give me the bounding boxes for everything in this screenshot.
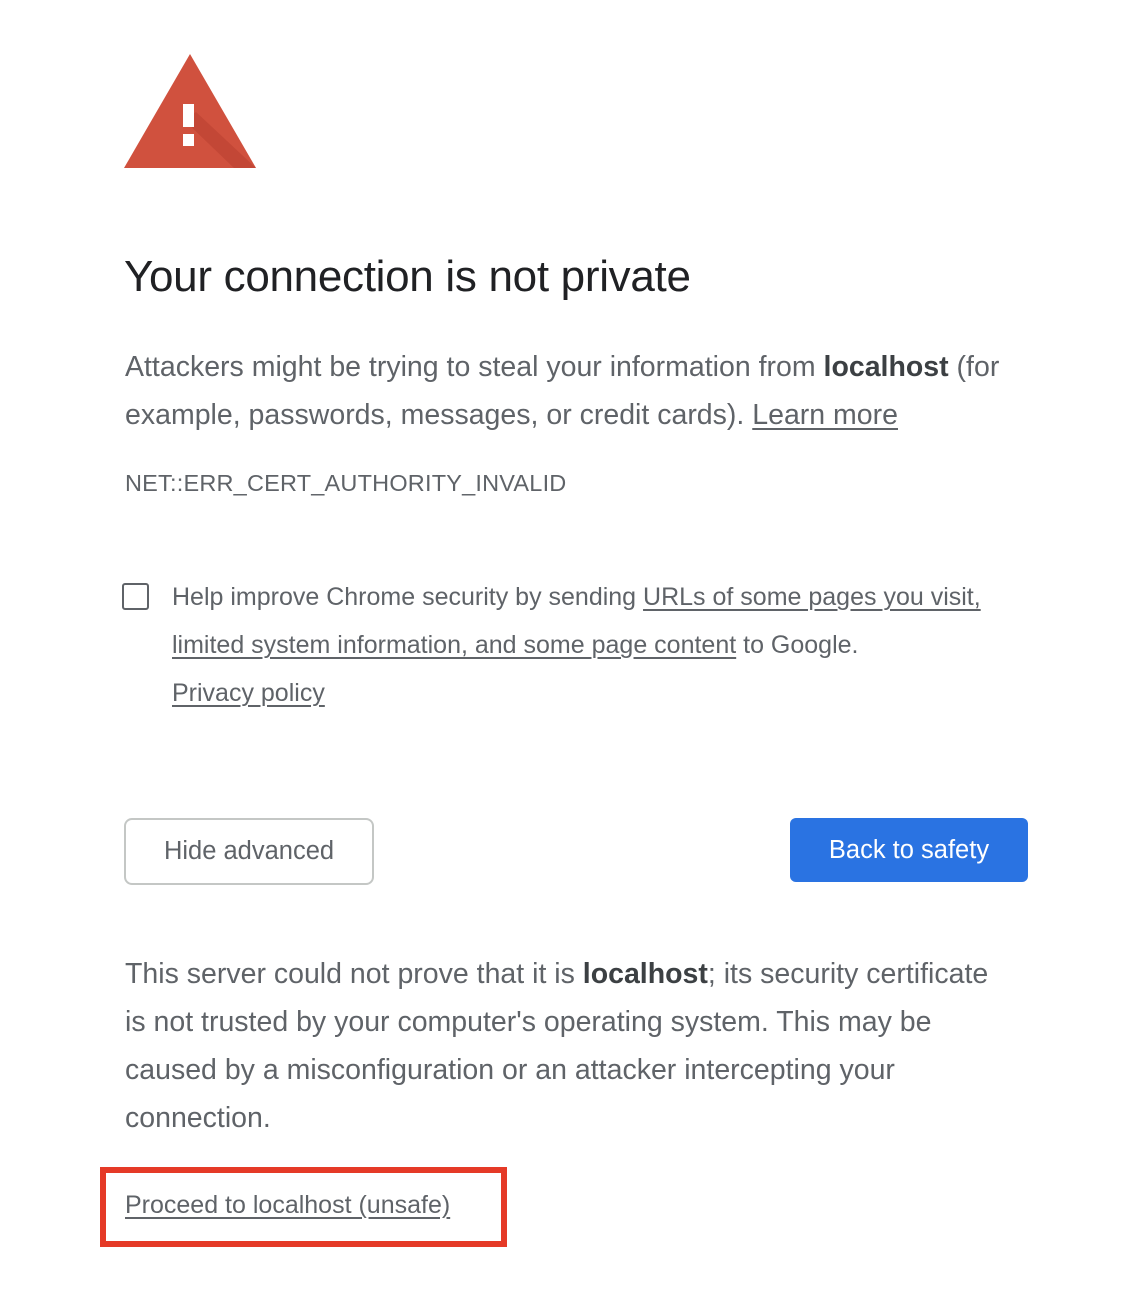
optin-suffix: to Google. [736, 631, 859, 659]
error-code: NET::ERR_CERT_AUTHORITY_INVALID [125, 470, 567, 496]
details-text: This server could not prove that it is l… [125, 950, 1005, 1142]
proceed-unsafe-link[interactable]: Proceed to localhost (unsafe) [125, 1191, 450, 1220]
page-title: Your connection is not private [124, 252, 691, 301]
optin-prefix: Help improve Chrome security by sending [172, 583, 644, 611]
back-to-safety-button[interactable]: Back to safety [790, 818, 1028, 882]
details-prefix: This server could not prove that it is [125, 958, 583, 990]
optin-text: Help improve Chrome security by sending … [172, 573, 1032, 717]
details-host: localhost [582, 958, 708, 990]
main-message-host: localhost [823, 351, 949, 383]
main-message: Attackers might be trying to steal your … [125, 343, 1045, 439]
learn-more-link[interactable]: Learn more [752, 399, 898, 431]
warning-triangle-icon [124, 54, 256, 168]
privacy-policy-link[interactable]: Privacy policy [172, 679, 325, 707]
optin-checkbox[interactable] [122, 583, 149, 610]
main-message-prefix: Attackers might be trying to steal your … [125, 351, 824, 383]
hide-advanced-button[interactable]: Hide advanced [124, 818, 374, 885]
